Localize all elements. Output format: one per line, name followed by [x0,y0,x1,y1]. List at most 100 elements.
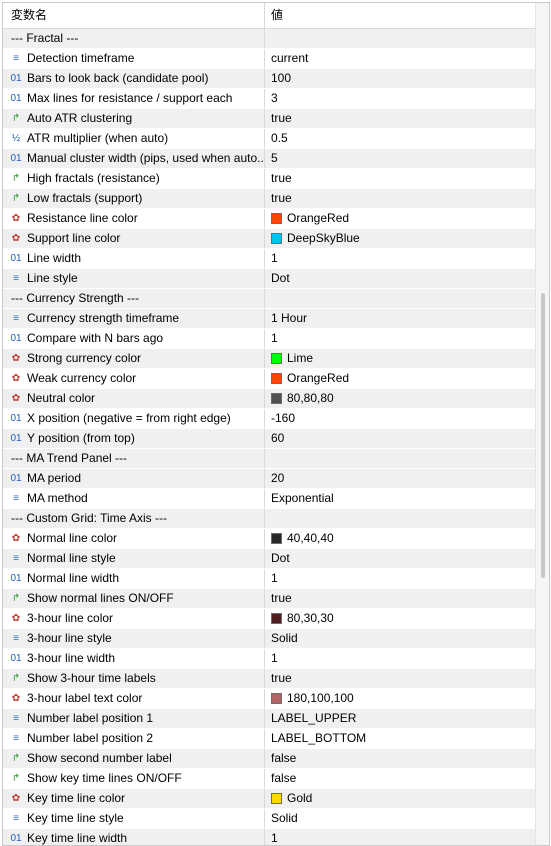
color-swatch[interactable] [271,533,282,544]
parameter-row[interactable]: ↱ Auto ATR clustering true [3,109,535,129]
parameter-row[interactable]: ↱ High fractals (resistance) true [3,169,535,189]
parameter-label: Max lines for resistance / support each [27,91,233,105]
parameter-row[interactable]: ↱ Show normal lines ON/OFF true [3,589,535,609]
parameter-row[interactable]: 01 X position (negative = from right edge… [3,409,535,429]
parameter-row[interactable]: ≡ 3-hour line style Solid [3,629,535,649]
parameter-row[interactable]: ✿ 3-hour line color 80,30,30 [3,609,535,629]
vertical-scrollbar[interactable] [535,3,549,845]
section-row[interactable]: --- Fractal --- [3,29,535,49]
parameter-row[interactable]: ≡ MA method Exponential [3,489,535,509]
parameter-row[interactable]: 01 Manual cluster width (pips, used when … [3,149,535,169]
parameter-row[interactable]: ✿ Strong currency color Lime [3,349,535,369]
parameter-value-cell[interactable]: Solid [266,809,535,828]
parameter-row[interactable]: ✿ Key time line color Gold [3,789,535,809]
parameter-row[interactable]: 01 Max lines for resistance / support eac… [3,89,535,109]
parameter-value-cell[interactable]: false [266,749,535,768]
parameter-row[interactable]: ≡ Detection timeframe current [3,49,535,69]
parameter-value-cell[interactable]: 1 [266,649,535,668]
parameter-value-cell[interactable]: 1 [266,569,535,588]
parameter-value-cell[interactable]: 3 [266,89,535,108]
parameter-row[interactable]: ↱ Low fractals (support) true [3,189,535,209]
parameter-value-cell[interactable]: Dot [266,549,535,568]
parameter-row[interactable]: ≡ Normal line style Dot [3,549,535,569]
integer-icon: 01 [10,833,22,844]
section-row[interactable]: --- MA Trend Panel --- [3,449,535,469]
parameter-row[interactable]: ↱ Show 3-hour time labels true [3,669,535,689]
parameter-value-cell[interactable]: 1 Hour [266,309,535,328]
parameter-value-cell[interactable]: 1 [266,829,535,845]
parameter-value-cell[interactable]: Solid [266,629,535,648]
parameter-row[interactable]: 01 Bars to look back (candidate pool) 100 [3,69,535,89]
parameter-row[interactable]: 01 Y position (from top) 60 [3,429,535,449]
parameter-value-cell[interactable]: 1 [266,249,535,268]
boolean-icon: ↱ [11,753,21,764]
section-row[interactable]: --- Currency Strength --- [3,289,535,309]
parameter-name-cell: ½ ATR multiplier (when auto) [3,129,265,148]
parameter-label: --- Custom Grid: Time Axis --- [11,511,168,525]
parameter-value-cell[interactable]: DeepSkyBlue [266,229,535,248]
color-swatch[interactable] [271,693,282,704]
color-swatch[interactable] [271,353,282,364]
parameter-value-cell[interactable]: LABEL_UPPER [266,709,535,728]
parameter-value-cell[interactable]: 5 [266,149,535,168]
parameter-row[interactable]: ↱ Show second number label false [3,749,535,769]
column-header-name[interactable]: 変数名 [3,3,265,28]
parameter-value-cell[interactable]: -160 [266,409,535,428]
parameter-value-cell[interactable]: 40,40,40 [266,529,535,548]
parameter-value-cell[interactable]: true [266,669,535,688]
parameter-name-cell: ✿ Support line color [3,229,265,248]
parameter-row[interactable]: ✿ Normal line color 40,40,40 [3,529,535,549]
parameter-row[interactable]: ≡ Number label position 1 LABEL_UPPER [3,709,535,729]
parameter-row[interactable]: ✿ Neutral color 80,80,80 [3,389,535,409]
parameter-row[interactable]: 01 Line width 1 [3,249,535,269]
column-header-value[interactable]: 値 [266,3,535,28]
parameter-row[interactable]: ½ ATR multiplier (when auto) 0.5 [3,129,535,149]
parameter-value-cell[interactable]: Exponential [266,489,535,508]
parameter-row[interactable]: 01 Compare with N bars ago 1 [3,329,535,349]
parameter-name-cell: ✿ Key time line color [3,789,265,808]
parameter-value-cell[interactable]: Gold [266,789,535,808]
parameter-value-cell[interactable]: true [266,589,535,608]
parameter-row[interactable]: 01 Normal line width 1 [3,569,535,589]
parameter-row[interactable]: ✿ 3-hour label text color 180,100,100 [3,689,535,709]
color-swatch[interactable] [271,613,282,624]
parameter-value-cell[interactable]: LABEL_BOTTOM [266,729,535,748]
parameter-value-cell[interactable]: current [266,49,535,68]
parameter-value-cell[interactable]: 100 [266,69,535,88]
parameter-name-cell: ≡ Currency strength timeframe [3,309,265,328]
parameter-row[interactable]: ✿ Weak currency color OrangeRed [3,369,535,389]
parameter-value-cell[interactable]: 1 [266,329,535,348]
color-swatch[interactable] [271,213,282,224]
parameter-row[interactable]: ≡ Key time line style Solid [3,809,535,829]
parameter-row[interactable]: ≡ Line style Dot [3,269,535,289]
parameter-row[interactable]: ≡ Currency strength timeframe 1 Hour [3,309,535,329]
parameter-row[interactable]: 01 Key time line width 1 [3,829,535,845]
parameter-value-cell[interactable]: false [266,769,535,788]
parameter-value-cell[interactable]: 0.5 [266,129,535,148]
parameter-value-cell[interactable]: true [266,109,535,128]
parameter-value-cell[interactable]: Dot [266,269,535,288]
parameter-value-cell[interactable]: 20 [266,469,535,488]
parameter-value-cell[interactable]: true [266,169,535,188]
parameter-label: Low fractals (support) [27,191,143,205]
parameter-value-cell[interactable]: 180,100,100 [266,689,535,708]
parameter-row[interactable]: 01 MA period 20 [3,469,535,489]
parameter-value-cell[interactable]: OrangeRed [266,369,535,388]
parameter-row[interactable]: ↱ Show key time lines ON/OFF false [3,769,535,789]
parameter-row[interactable]: ✿ Support line color DeepSkyBlue [3,229,535,249]
color-swatch[interactable] [271,373,282,384]
parameter-row[interactable]: 01 3-hour line width 1 [3,649,535,669]
color-swatch[interactable] [271,393,282,404]
parameter-row[interactable]: ✿ Resistance line color OrangeRed [3,209,535,229]
parameter-value-cell[interactable]: Lime [266,349,535,368]
scrollbar-thumb[interactable] [541,293,545,578]
parameter-row[interactable]: ≡ Number label position 2 LABEL_BOTTOM [3,729,535,749]
parameter-value-cell[interactable]: 80,80,80 [266,389,535,408]
parameter-value-cell[interactable]: OrangeRed [266,209,535,228]
parameter-value-cell[interactable]: true [266,189,535,208]
color-swatch[interactable] [271,793,282,804]
color-swatch[interactable] [271,233,282,244]
parameter-value-cell[interactable]: 80,30,30 [266,609,535,628]
section-row[interactable]: --- Custom Grid: Time Axis --- [3,509,535,529]
parameter-value-cell[interactable]: 60 [266,429,535,448]
